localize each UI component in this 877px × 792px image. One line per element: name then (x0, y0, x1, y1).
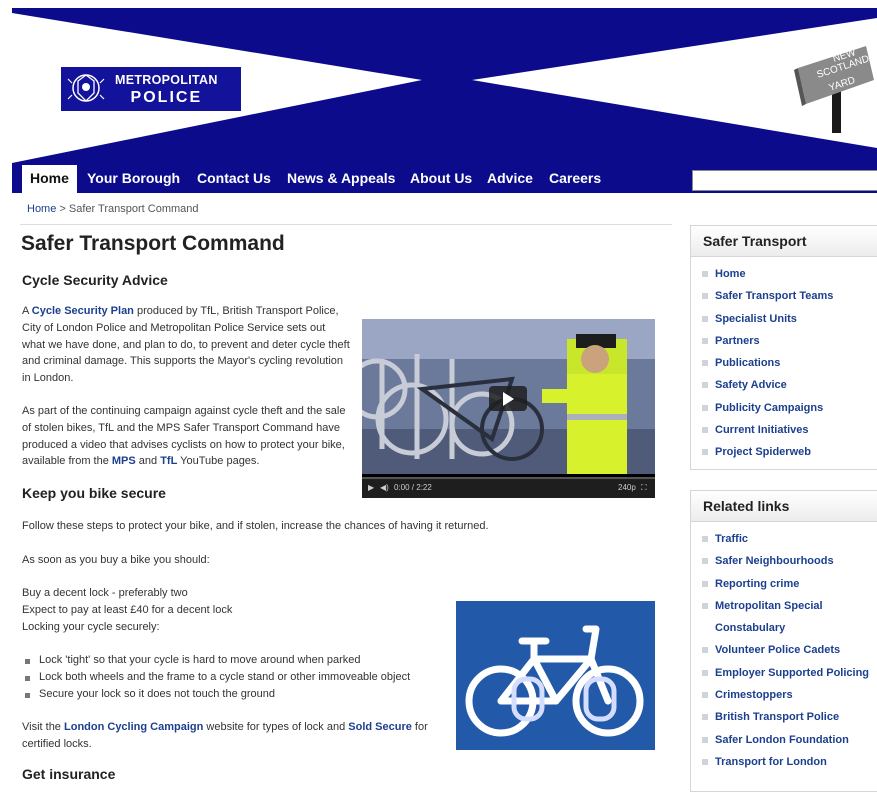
sidebar-link-home[interactable]: Home (715, 268, 746, 280)
text: and (135, 455, 161, 468)
text-line: in London. (22, 372, 74, 385)
sidebar-title: Related links (691, 491, 877, 522)
fullscreen-icon[interactable]: ⛶ (641, 483, 647, 493)
breadcrumb: Home > Safer Transport Command (27, 203, 199, 215)
text: available from the (22, 455, 112, 468)
sidebar-link-project-spiderweb[interactable]: Project Spiderweb (715, 446, 811, 458)
play-small-icon[interactable]: ▶ (368, 483, 374, 492)
play-button[interactable] (489, 386, 527, 411)
nav-careers[interactable]: Careers (549, 165, 601, 193)
related-link-safer-london-foundation[interactable]: Safer London Foundation (715, 734, 849, 746)
sidebar-safer-transport: Safer Transport Home Safer Transport Tea… (690, 225, 877, 470)
met-police-logo[interactable]: METROPOLITAN POLICE (60, 66, 242, 112)
sidebar-link-partners[interactable]: Partners (715, 335, 760, 347)
quality-label[interactable]: 240p (618, 483, 636, 492)
text-line: what we have done, and plan to do, to pr… (22, 338, 350, 351)
video-controls: ▶ ◀) 0:00 / 2:22 240p ⛶ (362, 477, 655, 498)
nav-about-us[interactable]: About Us (410, 165, 472, 193)
text: website for types of lock and (203, 721, 349, 733)
text-line: of stolen bikes, TfL and the MPS Safer T… (22, 421, 340, 434)
text: YouTube pages. (177, 455, 260, 468)
heading-keep-bike-secure: Keep you bike secure (22, 485, 166, 501)
logo-line-2: POLICE (130, 89, 203, 106)
text-line: City of London Police and Metropolitan P… (22, 321, 326, 334)
volume-icon[interactable]: ◀) (380, 483, 389, 492)
paragraph-as-soon: As soon as you buy a bike you should: (22, 554, 210, 566)
breadcrumb-home-link[interactable]: Home (27, 203, 56, 215)
logo-line-1: METROPOLITAN (115, 73, 218, 87)
cycle-security-plan-link[interactable]: Cycle Security Plan (32, 305, 134, 317)
nav-advice[interactable]: Advice (487, 165, 533, 193)
related-link-transport-for-london[interactable]: Transport for London (715, 756, 827, 768)
sidebar-link-safer-transport-teams[interactable]: Safer Transport Teams (715, 290, 833, 302)
text: produced by TfL, British Transport Polic… (133, 305, 339, 317)
heading-cycle-security: Cycle Security Advice (22, 272, 168, 288)
new-scotland-yard-sign: NEW SCOTLAND YARD (794, 46, 874, 133)
mps-youtube-link[interactable]: MPS (112, 455, 136, 467)
sidebar-title: Safer Transport (691, 226, 877, 257)
crest-icon (61, 67, 111, 111)
paragraph-visit-lcc: Visit the London Cycling Campaign websit… (22, 719, 452, 753)
sidebar-link-current-initiatives[interactable]: Current Initiatives (715, 424, 809, 436)
main-nav: Home Your Borough Contact Us News & Appe… (12, 165, 877, 193)
nav-home[interactable]: Home (22, 165, 77, 193)
related-link-traffic[interactable]: Traffic (715, 533, 748, 545)
list-item: Lock both wheels and the frame to a cycl… (22, 669, 452, 686)
related-link-employer-supported-policing[interactable]: Employer Supported Policing (715, 667, 869, 679)
related-link-met-special-constabulary-cont[interactable]: Constabulary (715, 622, 785, 634)
related-link-met-special-constabulary[interactable]: Metropolitan Special (715, 600, 823, 612)
nav-your-borough[interactable]: Your Borough (87, 165, 180, 193)
text-line: certified locks. (22, 737, 92, 750)
lock-tips-list: Lock 'tight' so that your cycle is hard … (22, 652, 452, 702)
list-item: Lock 'tight' so that your cycle is hard … (22, 652, 452, 669)
related-link-crimestoppers[interactable]: Crimestoppers (715, 689, 793, 701)
paragraph-follow-steps: Follow these steps to protect your bike,… (22, 520, 489, 532)
sidebar-link-safety-advice[interactable]: Safety Advice (715, 379, 787, 391)
video-frame (362, 319, 655, 474)
video-player[interactable]: ▶ ◀) 0:00 / 2:22 240p ⛶ (362, 319, 655, 498)
related-link-reporting-crime[interactable]: Reporting crime (715, 578, 799, 590)
sold-secure-link[interactable]: Sold Secure (348, 721, 412, 733)
breadcrumb-separator: > (56, 203, 69, 215)
text-line: and criminal damage. This supports the M… (22, 355, 344, 368)
sidebar-link-publicity-campaigns[interactable]: Publicity Campaigns (715, 402, 823, 414)
text: Visit the (22, 721, 64, 733)
bicycle-icon (465, 625, 644, 737)
nav-news-appeals[interactable]: News & Appeals (287, 165, 395, 193)
tfl-youtube-link[interactable]: TfL (160, 455, 177, 467)
text-line: As part of the continuing campaign again… (22, 405, 346, 417)
bicycle-sign-image (456, 601, 655, 750)
related-link-british-transport-police[interactable]: British Transport Police (715, 711, 839, 723)
breadcrumb-current: Safer Transport Command (68, 203, 199, 215)
related-link-safer-neighbourhoods[interactable]: Safer Neighbourhoods (715, 555, 834, 567)
sidebar-related-links: Related links Traffic Safer Neighbourhoo… (690, 490, 877, 792)
page-title: Safer Transport Command (21, 232, 285, 255)
text-line: produced a video that advises cyclists o… (22, 438, 345, 451)
heading-get-insurance: Get insurance (22, 766, 116, 782)
sidebar-link-specialist-units[interactable]: Specialist Units (715, 313, 797, 325)
related-link-volunteer-police-cadets[interactable]: Volunteer Police Cadets (715, 644, 840, 656)
text-line: Expect to pay at least £40 for a decent … (22, 603, 233, 616)
text: A (22, 305, 32, 317)
paragraph-lock-advice: Buy a decent lock - preferably two Expec… (22, 585, 442, 635)
paragraph-cycle-plan: A Cycle Security Plan produced by TfL, B… (22, 303, 362, 387)
search-input[interactable] (692, 170, 877, 191)
nav-contact-us[interactable]: Contact Us (197, 165, 271, 193)
text: for (411, 721, 428, 733)
video-time: 0:00 / 2:22 (394, 483, 432, 492)
paragraph-video-intro: As part of the continuing campaign again… (22, 403, 362, 470)
sidebar-link-publications[interactable]: Publications (715, 357, 780, 369)
divider (20, 224, 672, 225)
london-cycling-campaign-link[interactable]: London Cycling Campaign (64, 721, 203, 733)
list-item: Secure your lock so it does not touch th… (22, 686, 452, 703)
text-line: Locking your cycle securely: (22, 620, 160, 633)
text-line: Buy a decent lock - preferably two (22, 587, 188, 599)
